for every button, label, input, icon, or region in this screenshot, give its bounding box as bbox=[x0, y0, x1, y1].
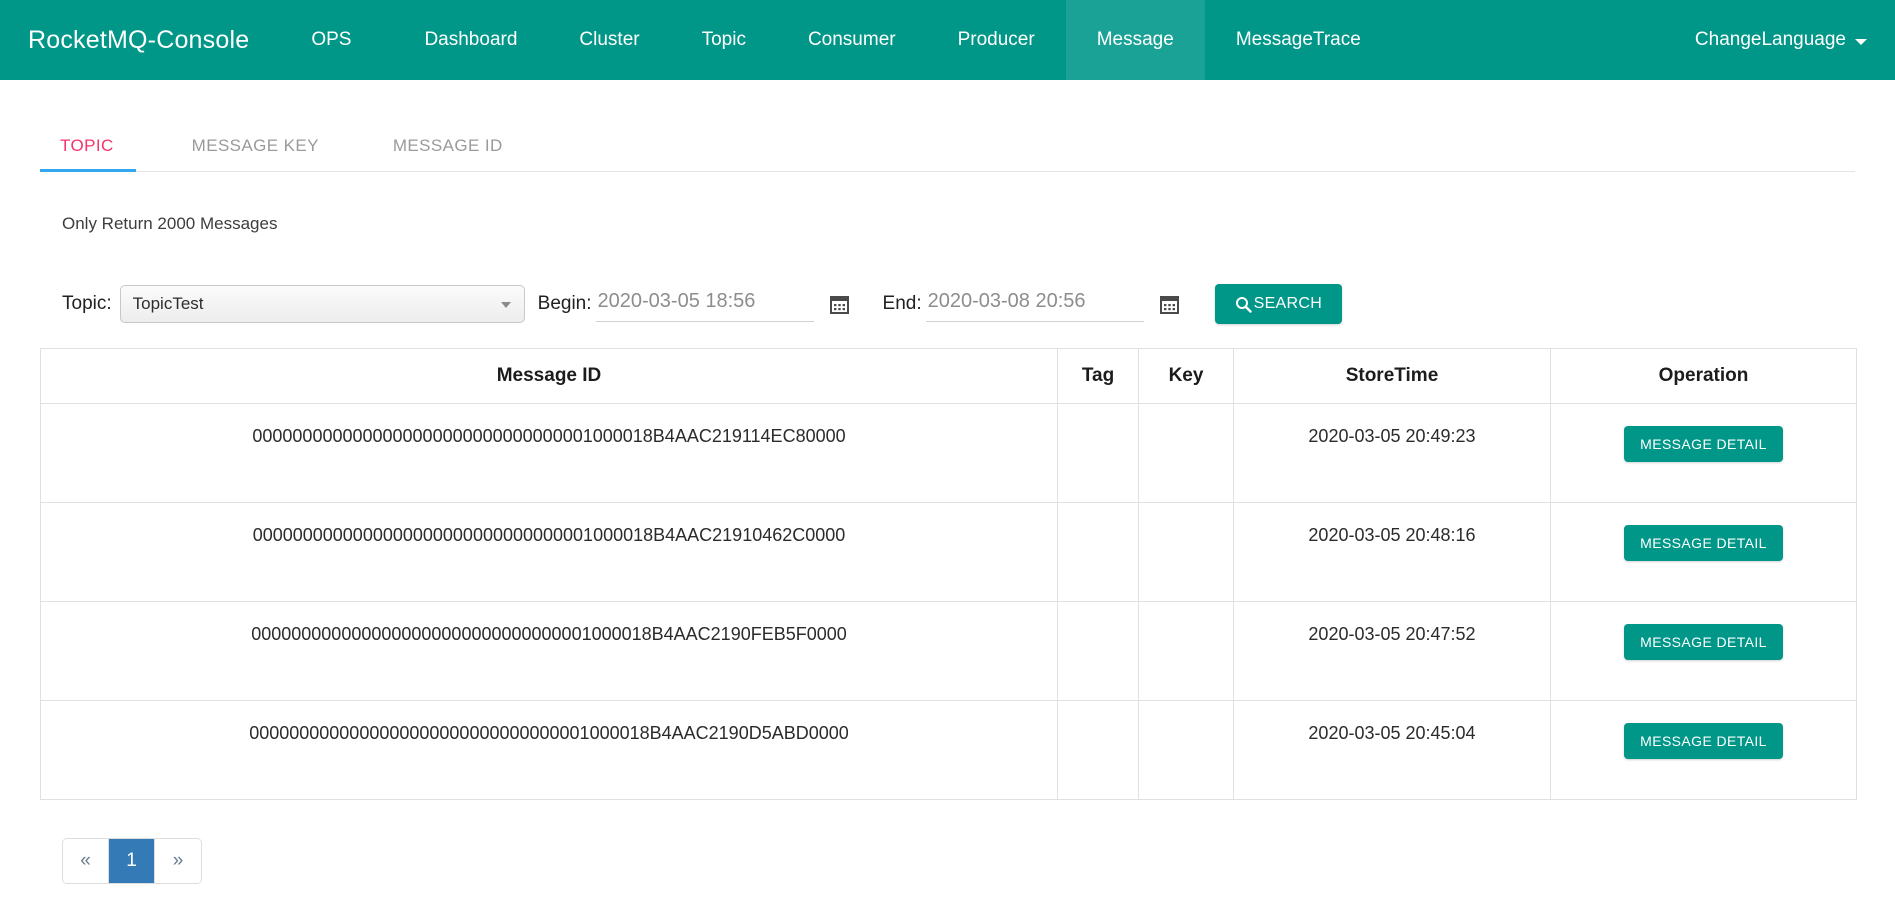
end-label: End: bbox=[882, 293, 922, 314]
cell-key bbox=[1138, 601, 1234, 701]
pagination-next-button[interactable]: » bbox=[155, 839, 201, 883]
cell-operation: MESSAGE DETAIL bbox=[1550, 403, 1857, 503]
brand-logo[interactable]: RocketMQ-Console bbox=[0, 0, 267, 80]
nav-item-consumer[interactable]: Consumer bbox=[777, 0, 927, 80]
search-icon bbox=[1235, 296, 1252, 313]
pagination: « 1 » bbox=[62, 838, 202, 884]
table-row: 0000000000000000000000000000000001000018… bbox=[40, 403, 1857, 503]
cell-message-id: 0000000000000000000000000000000001000018… bbox=[40, 403, 1058, 503]
page-content: TOPIC MESSAGE KEY MESSAGE ID Only Return… bbox=[0, 80, 1895, 884]
nav-label: OPS bbox=[311, 29, 352, 50]
end-date-input[interactable] bbox=[925, 286, 1144, 322]
pagination-page-1[interactable]: 1 bbox=[109, 839, 155, 883]
nav-item-topic[interactable]: Topic bbox=[671, 0, 777, 80]
nav-label: Consumer bbox=[807, 29, 896, 50]
cell-operation: MESSAGE DETAIL bbox=[1550, 700, 1857, 800]
cell-message-id: 0000000000000000000000000000000001000018… bbox=[40, 601, 1058, 701]
nav-label: MessageTrace bbox=[1235, 29, 1361, 50]
cell-operation: MESSAGE DETAIL bbox=[1550, 502, 1857, 602]
result-limit-note: Only Return 2000 Messages bbox=[62, 214, 278, 233]
cell-storetime: 2020-03-05 20:49:23 bbox=[1233, 403, 1551, 503]
main-nav: OPS Dashboard Cluster Topic Consumer Pro… bbox=[267, 0, 1391, 80]
message-detail-button[interactable]: MESSAGE DETAIL bbox=[1624, 723, 1783, 759]
message-detail-button[interactable]: MESSAGE DETAIL bbox=[1624, 426, 1783, 462]
tab-label: MESSAGE KEY bbox=[191, 136, 319, 155]
cell-storetime: 2020-03-05 20:48:16 bbox=[1233, 502, 1551, 602]
nav-label: Topic bbox=[701, 29, 746, 50]
table-row: 0000000000000000000000000000000001000018… bbox=[40, 700, 1857, 800]
cell-message-id: 0000000000000000000000000000000001000018… bbox=[40, 502, 1058, 602]
top-navbar: RocketMQ-Console OPS Dashboard Cluster T… bbox=[0, 0, 1895, 80]
pagination-prev-button[interactable]: « bbox=[63, 839, 109, 883]
col-header-operation: Operation bbox=[1550, 348, 1857, 404]
change-language-dropdown[interactable]: ChangeLanguage bbox=[1695, 29, 1867, 51]
messages-table-container: Message ID Tag Key StoreTime Operation 0… bbox=[40, 326, 1857, 800]
col-header-tag: Tag bbox=[1057, 348, 1139, 404]
nav-item-message[interactable]: Message bbox=[1065, 0, 1205, 80]
begin-date-input[interactable] bbox=[595, 286, 814, 322]
col-header-key: Key bbox=[1138, 348, 1234, 404]
tab-topic[interactable]: TOPIC bbox=[40, 120, 136, 172]
pagination-container: « 1 » bbox=[40, 800, 1855, 884]
message-detail-button[interactable]: MESSAGE DETAIL bbox=[1624, 624, 1783, 660]
begin-date-group bbox=[595, 286, 849, 322]
topic-select[interactable]: TopicTest bbox=[119, 285, 525, 323]
end-date-group bbox=[925, 286, 1179, 322]
nav-label: Dashboard bbox=[424, 29, 518, 50]
message-detail-button[interactable]: MESSAGE DETAIL bbox=[1624, 525, 1783, 561]
search-form: Topic: TopicTest Begin: End: bbox=[40, 234, 1855, 326]
col-header-message-id: Message ID bbox=[40, 348, 1058, 404]
cell-key bbox=[1138, 700, 1234, 800]
change-language-label: ChangeLanguage bbox=[1694, 29, 1846, 50]
cell-tag bbox=[1057, 403, 1139, 503]
table-head: Message ID Tag Key StoreTime Operation bbox=[40, 348, 1857, 404]
cell-key bbox=[1138, 502, 1234, 602]
tab-label: TOPIC bbox=[60, 136, 114, 155]
chevron-down-icon bbox=[500, 302, 511, 308]
cell-operation: MESSAGE DETAIL bbox=[1550, 601, 1857, 701]
cell-storetime: 2020-03-05 20:47:52 bbox=[1233, 601, 1551, 701]
cell-message-id: 0000000000000000000000000000000001000018… bbox=[40, 700, 1058, 800]
message-query-tabs: TOPIC MESSAGE KEY MESSAGE ID bbox=[40, 80, 1855, 172]
tab-message-key[interactable]: MESSAGE KEY bbox=[174, 120, 337, 172]
cell-tag bbox=[1057, 700, 1139, 800]
search-button-label: SEARCH bbox=[1253, 295, 1323, 312]
table-row: 0000000000000000000000000000000001000018… bbox=[40, 502, 1857, 602]
messages-table: Message ID Tag Key StoreTime Operation 0… bbox=[40, 348, 1857, 800]
table-body: 0000000000000000000000000000000001000018… bbox=[40, 403, 1857, 800]
table-header-row: Message ID Tag Key StoreTime Operation bbox=[40, 348, 1857, 404]
chevron-down-icon bbox=[1855, 38, 1867, 45]
cell-storetime: 2020-03-05 20:45:04 bbox=[1233, 700, 1551, 800]
search-button[interactable]: SEARCH bbox=[1214, 284, 1343, 324]
nav-item-producer[interactable]: Producer bbox=[927, 0, 1066, 80]
calendar-icon[interactable] bbox=[829, 294, 849, 314]
navbar-right: ChangeLanguage bbox=[1695, 0, 1895, 80]
cell-tag bbox=[1057, 601, 1139, 701]
tab-label: MESSAGE ID bbox=[392, 136, 503, 155]
calendar-icon[interactable] bbox=[1159, 294, 1179, 314]
nav-item-cluster[interactable]: Cluster bbox=[548, 0, 670, 80]
begin-label: Begin: bbox=[537, 293, 592, 314]
col-header-storetime: StoreTime bbox=[1233, 348, 1551, 404]
cell-key bbox=[1138, 403, 1234, 503]
topic-selected-value: TopicTest bbox=[132, 294, 204, 313]
nav-label: Cluster bbox=[579, 29, 640, 50]
nav-item-messagetrace[interactable]: MessageTrace bbox=[1205, 0, 1392, 80]
cell-tag bbox=[1057, 502, 1139, 602]
table-row: 0000000000000000000000000000000001000018… bbox=[40, 601, 1857, 701]
nav-item-dashboard[interactable]: Dashboard bbox=[393, 0, 548, 80]
nav-label: Message bbox=[1096, 29, 1174, 50]
topic-label: Topic: bbox=[62, 293, 112, 314]
nav-label: Producer bbox=[957, 29, 1035, 50]
tab-message-id[interactable]: MESSAGE ID bbox=[375, 120, 521, 172]
nav-item-ops[interactable]: OPS bbox=[267, 0, 393, 80]
